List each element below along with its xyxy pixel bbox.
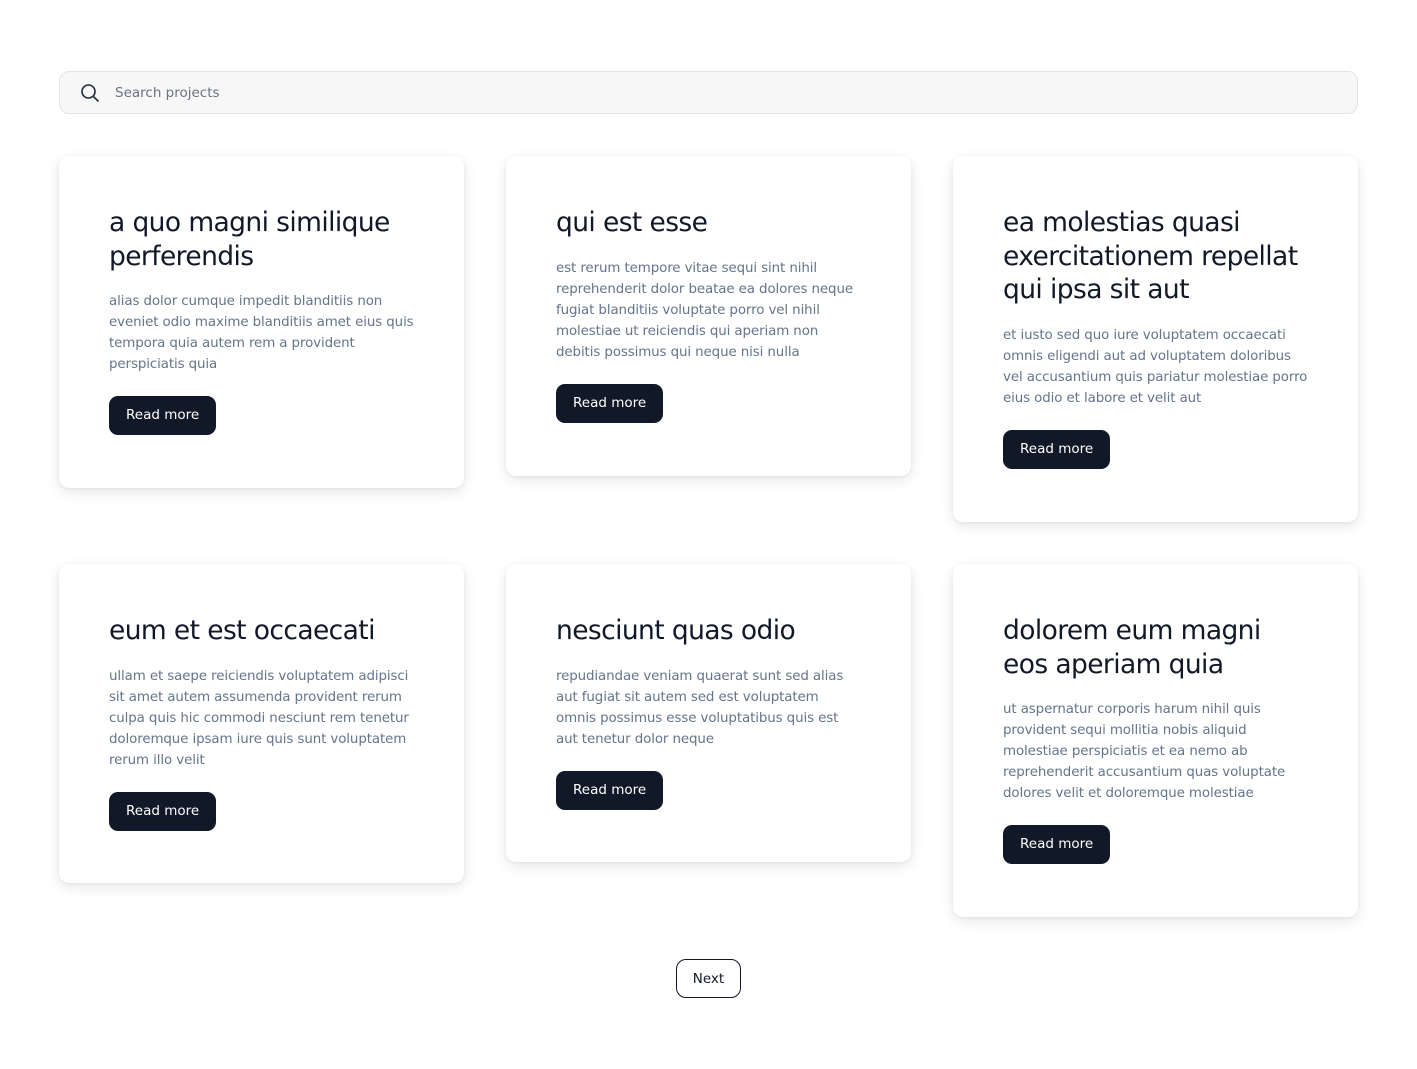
card-title: nesciunt quas odio — [556, 615, 796, 646]
card-title: ea molestias quasi exercitationem repell… — [1003, 207, 1298, 305]
project-card: qui est esse est rerum tempore vitae seq… — [506, 156, 911, 476]
card-title: qui est esse — [556, 207, 708, 238]
read-more-button[interactable]: Read more — [556, 383, 664, 423]
card-description: alias dolor cumque impedit blanditiis no… — [109, 294, 414, 372]
card-description: est rerum tempore vitae sequi sint nihil… — [556, 260, 853, 360]
read-more-button[interactable]: Read more — [556, 770, 664, 810]
search-bar[interactable] — [59, 71, 1358, 114]
card-description: repudiandae veniam quaerat sunt sed alia… — [556, 668, 844, 747]
search-input[interactable] — [115, 72, 1315, 113]
card-title: eum et est occaecati — [109, 615, 375, 646]
page: a quo magni similique perferendis alias … — [0, 0, 1417, 1069]
card-description: ullam et saepe reiciendis voluptatem adi… — [109, 668, 409, 768]
project-card: dolorem eum magni eos aperiam quia ut as… — [953, 564, 1358, 917]
card-description: et iusto sed quo iure voluptatem occaeca… — [1003, 327, 1308, 406]
card-title: a quo magni similique perferendis — [109, 207, 390, 272]
read-more-button[interactable]: Read more — [1003, 429, 1111, 469]
card-description: ut aspernatur corporis harum nihil quis … — [1003, 702, 1286, 801]
read-more-button[interactable]: Read more — [109, 396, 217, 435]
project-card: ea molestias quasi exercitationem repell… — [953, 156, 1358, 522]
search-icon — [79, 82, 101, 104]
read-more-button[interactable]: Read more — [109, 791, 217, 831]
next-page-button[interactable]: Next — [676, 959, 741, 998]
card-title: dolorem eum magni eos aperiam quia — [1003, 615, 1261, 680]
project-card: eum et est occaecati ullam et saepe reic… — [59, 564, 464, 883]
project-card: nesciunt quas odio repudiandae veniam qu… — [506, 564, 911, 862]
read-more-button[interactable]: Read more — [1003, 825, 1111, 864]
project-card: a quo magni similique perferendis alias … — [59, 156, 464, 488]
